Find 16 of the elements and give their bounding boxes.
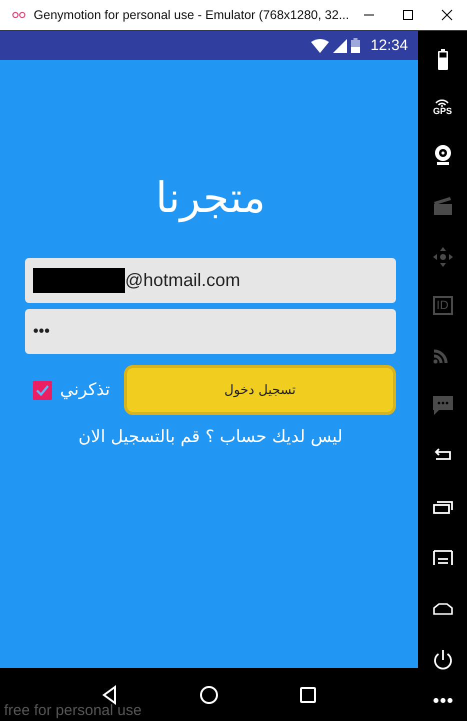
maximize-icon	[402, 9, 414, 21]
license-notice: free for personal use	[4, 702, 142, 719]
password-field[interactable]: •••	[25, 309, 396, 354]
login-button[interactable]: تسجيل دخول	[124, 365, 396, 415]
battery-icon	[351, 38, 360, 53]
app-logo-icon	[12, 10, 26, 20]
email-field[interactable]: @hotmail.com	[25, 258, 396, 303]
signal-icon	[333, 38, 348, 52]
clock-time: 12:34	[370, 37, 408, 54]
close-icon	[441, 9, 454, 21]
checkbox[interactable]	[33, 380, 52, 400]
remember-me-label: تذكرني	[60, 380, 110, 400]
wifi-icon	[311, 38, 330, 52]
app-title: متجرنا	[154, 172, 266, 224]
window-title: Genymotion for personal use - Emulator (768x1280, 32...	[34, 8, 350, 22]
more-icon[interactable]	[432, 698, 452, 704]
